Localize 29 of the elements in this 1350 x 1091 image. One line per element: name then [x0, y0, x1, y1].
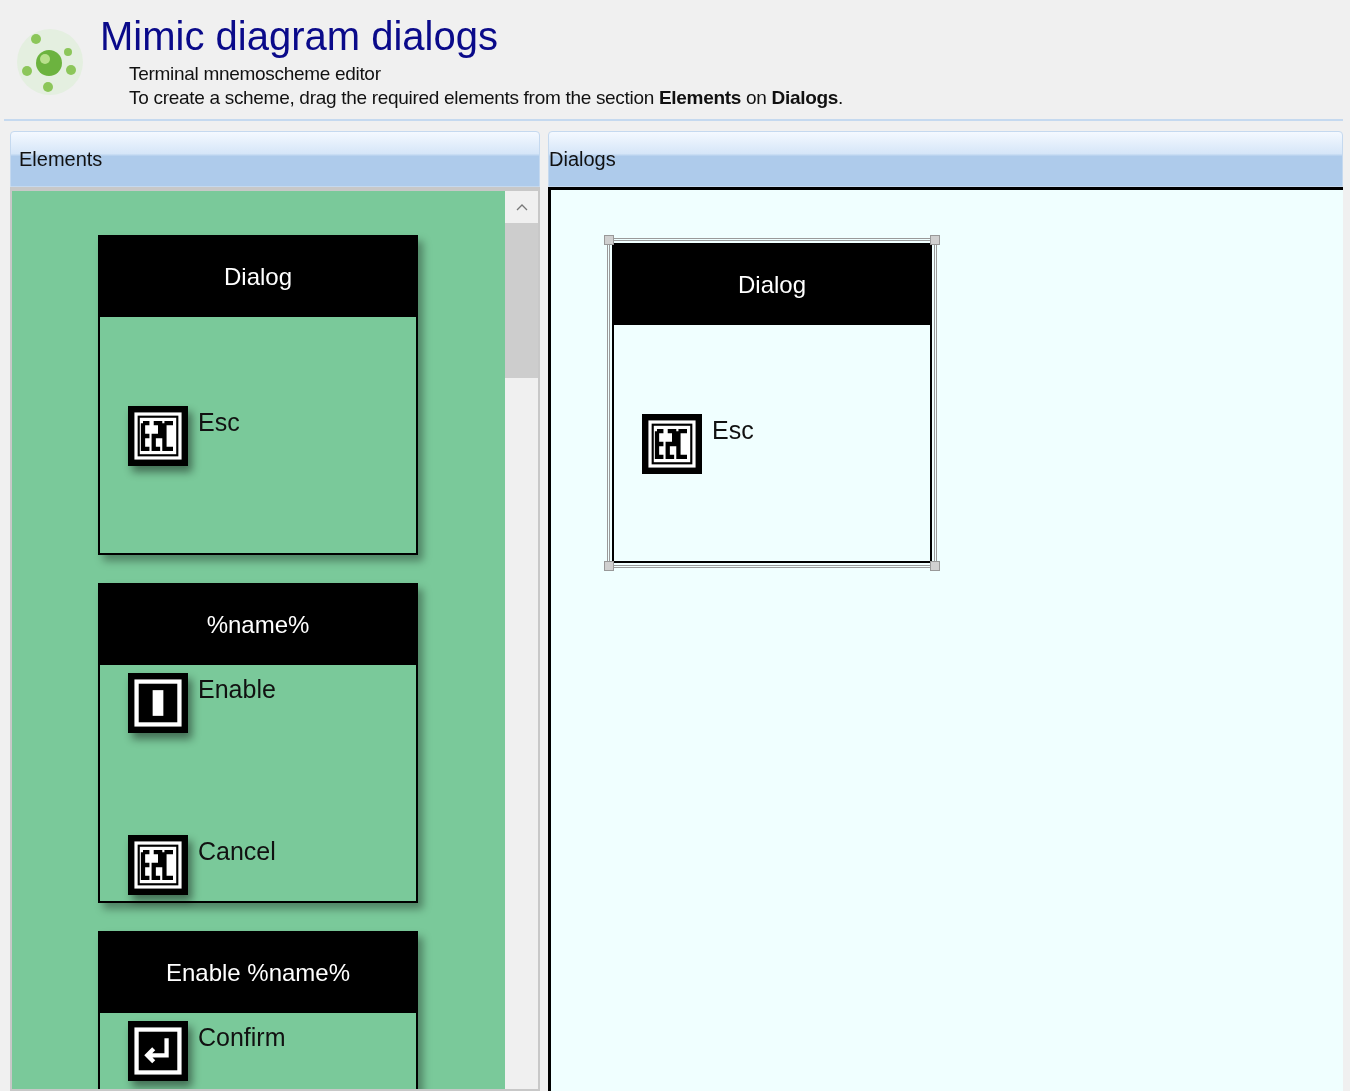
dialog-card[interactable]: Dialog Esc	[98, 235, 418, 555]
page-title: Mimic diagram dialogs	[100, 13, 499, 60]
app-logo-icon	[14, 26, 86, 98]
key-label: Esc	[712, 416, 754, 445]
instruction-text: To create a scheme, drag the required elements from the section Elements on Dialogs.	[129, 86, 844, 110]
dialog-card[interactable]: Enable %name% Confirm	[98, 931, 418, 1089]
resize-handle[interactable]	[604, 561, 614, 571]
dialog-title: %name%	[100, 585, 416, 665]
panel-header: Elements	[10, 131, 540, 187]
subtitle-text: Terminal mnemoscheme editor	[129, 62, 382, 86]
dialog-title: Dialog	[100, 237, 416, 317]
esc-key-icon	[642, 414, 702, 474]
key-label: Enable	[198, 675, 276, 704]
dialog-card[interactable]: %name% Enable Cancel	[98, 583, 418, 903]
dialog-title: Dialog	[614, 245, 930, 325]
resize-handle[interactable]	[930, 561, 940, 571]
scrollbar[interactable]	[505, 191, 538, 1089]
resize-handle[interactable]	[930, 235, 940, 245]
enable-key-icon	[128, 673, 188, 733]
key-label: Confirm	[198, 1023, 286, 1052]
scrollbar-thumb[interactable]	[505, 223, 538, 378]
enter-key-icon	[128, 1021, 188, 1081]
esc-key-icon	[128, 835, 188, 895]
dialog-title: Enable %name%	[100, 933, 416, 1013]
esc-key-icon	[128, 406, 188, 466]
key-label: Cancel	[198, 837, 276, 866]
key-label: Esc	[198, 408, 240, 437]
panel-header: Dialogs	[548, 131, 1343, 187]
resize-handle[interactable]	[604, 235, 614, 245]
